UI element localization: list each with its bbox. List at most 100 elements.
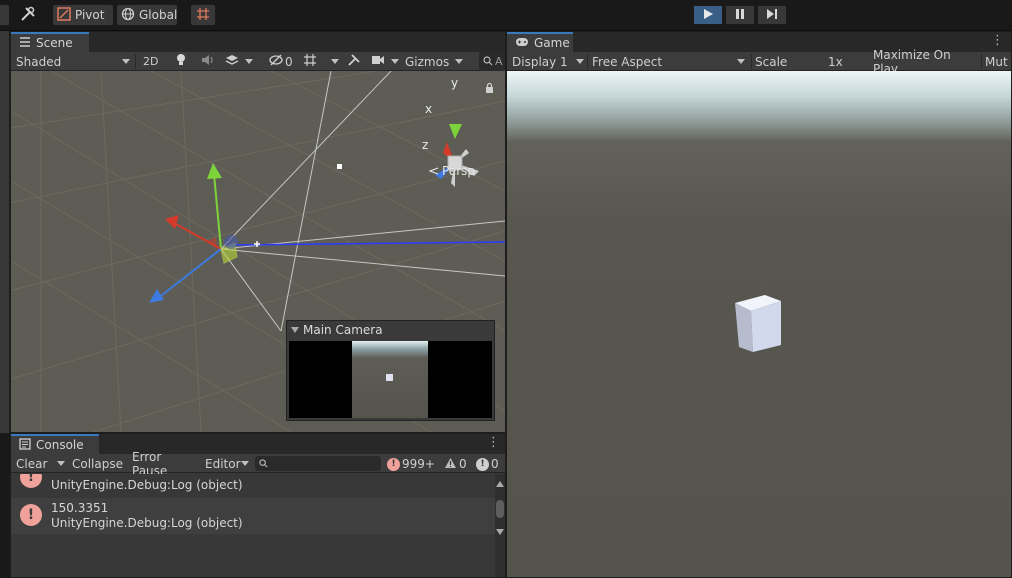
log-info-icon: ! xyxy=(387,457,400,471)
log-message-line2: UnityEngine.Debug:Log (object) xyxy=(51,478,243,492)
error-count: 0 xyxy=(491,457,499,471)
error-icon: ! xyxy=(476,457,489,471)
lock-icon[interactable] xyxy=(485,82,494,96)
tools-toggle[interactable] xyxy=(347,52,363,71)
camera-icon xyxy=(371,54,385,69)
tab-console[interactable]: Console xyxy=(11,434,99,454)
game-cube xyxy=(735,295,781,352)
grid-snap-icon xyxy=(196,7,210,24)
scroll-down-icon[interactable] xyxy=(496,524,504,538)
log-count: 999+ xyxy=(402,457,435,471)
play-button[interactable] xyxy=(693,5,723,25)
camera-preview: Main Camera xyxy=(286,320,495,421)
mute-audio-toggle[interactable]: Mut xyxy=(985,52,1011,71)
axis-z-label: z xyxy=(422,138,429,152)
step-button[interactable] xyxy=(757,5,787,25)
console-log-list: ! UnityEngine.Debug:Log (object) ! 150.3… xyxy=(11,474,495,577)
scrollbar-thumb[interactable] xyxy=(496,500,504,518)
shading-mode-dropdown[interactable]: Shaded xyxy=(16,52,130,71)
chevron-down-icon xyxy=(245,59,253,64)
grid-icon xyxy=(303,53,317,70)
console-icon xyxy=(19,437,31,453)
chevron-down-icon xyxy=(737,59,745,64)
error-count-toggle[interactable]: ! 0 xyxy=(476,456,499,472)
scale-label: Scale xyxy=(755,52,789,71)
effects-dropdown[interactable] xyxy=(225,52,253,71)
scroll-up-icon[interactable] xyxy=(496,476,504,490)
more-options-icon[interactable]: ⋮ xyxy=(991,34,1004,48)
chevron-down-icon xyxy=(576,59,584,64)
hidden-objects-toggle[interactable]: 0 xyxy=(269,52,299,71)
tab-game[interactable]: Game xyxy=(507,32,573,52)
lighting-toggle[interactable] xyxy=(175,52,191,71)
gizmos-dropdown[interactable]: Gizmos xyxy=(405,52,465,71)
global-toggle[interactable]: Global xyxy=(116,4,178,26)
list-item[interactable]: ! UnityEngine.Debug:Log (object) xyxy=(11,474,495,496)
tab-scene[interactable]: Scene xyxy=(11,32,89,52)
hidden-count: 0 xyxy=(285,54,293,69)
gizmos-label: Gizmos xyxy=(405,54,450,69)
game-toolbar: Display 1 Free Aspect Scale 1x Maximize … xyxy=(507,48,1011,85)
collapse-label: Collapse xyxy=(72,456,123,471)
pause-button[interactable] xyxy=(725,5,755,25)
axis-x-label: x xyxy=(425,102,433,116)
projection-label: Persp xyxy=(442,164,475,178)
chevron-down-icon xyxy=(241,461,249,466)
search-icon xyxy=(259,457,268,471)
maximize-on-play-toggle[interactable]: Maximize On Play xyxy=(873,48,977,76)
chevron-down-icon xyxy=(391,59,399,64)
pivot-label: Pivot xyxy=(75,8,105,22)
camera-preview-header[interactable]: Main Camera xyxy=(287,321,494,339)
scene-toolbar: Shaded 2D 0 Gizmos A xyxy=(11,52,505,71)
triangle-down-icon xyxy=(291,323,299,337)
game-tab-label: Game xyxy=(534,36,570,50)
editor-dropdown[interactable]: Editor xyxy=(205,454,253,473)
tools-icon xyxy=(20,6,36,25)
warning-count-toggle[interactable]: 0 xyxy=(444,456,467,472)
step-icon xyxy=(766,8,778,23)
2d-toggle[interactable]: 2D xyxy=(143,52,163,71)
aspect-label: Free Aspect xyxy=(592,54,663,69)
aspect-dropdown[interactable]: Free Aspect xyxy=(592,52,748,71)
error-pause-toggle[interactable]: Error Pause xyxy=(132,450,198,478)
list-item[interactable]: ! 150.3351 UnityEngine.Debug:Log (object… xyxy=(11,498,495,534)
display-dropdown[interactable]: Display 1 xyxy=(512,52,584,71)
scene-tab-label: Scene xyxy=(36,36,73,50)
eye-hidden-icon xyxy=(269,54,283,69)
audio-toggle[interactable] xyxy=(201,52,217,71)
pivot-toggle[interactable]: Pivot xyxy=(52,4,114,26)
console-scrollbar[interactable] xyxy=(495,474,505,577)
scene-tabbar: Scene xyxy=(11,32,505,52)
more-options-icon[interactable]: ⋮ xyxy=(487,436,500,450)
log-message-icon: ! xyxy=(20,474,42,488)
chevron-down-icon xyxy=(122,59,130,64)
display-label: Display 1 xyxy=(512,54,568,69)
clear-label: Clear xyxy=(16,456,48,471)
log-count-toggle[interactable]: ! 999+ xyxy=(387,456,435,472)
search-icon xyxy=(483,55,493,69)
toolbar-edge-button[interactable] xyxy=(0,4,10,26)
perspective-icon xyxy=(428,164,439,178)
scene-tab-icon xyxy=(19,36,31,51)
tools-button[interactable] xyxy=(16,4,40,26)
camera-preview-frame xyxy=(289,341,492,418)
toolbar-divider xyxy=(981,54,982,69)
log-message-line2: UnityEngine.Debug:Log (object) xyxy=(51,516,243,530)
pivot-icon xyxy=(57,6,71,24)
console-tab-label: Console xyxy=(36,438,84,452)
collapse-toggle[interactable]: Collapse xyxy=(72,454,124,473)
clear-button[interactable]: Clear xyxy=(16,454,66,473)
scale-text: Scale xyxy=(755,54,788,69)
camera-dropdown[interactable] xyxy=(371,52,399,71)
scene-viewport[interactable]: y x z Persp Main Camera xyxy=(11,71,505,432)
scale-value: 1x xyxy=(828,52,848,71)
projection-toggle[interactable]: Persp xyxy=(428,164,475,178)
camera-preview-title: Main Camera xyxy=(303,323,383,337)
grid-dropdown[interactable] xyxy=(303,52,339,71)
grid-snap-button[interactable] xyxy=(190,4,216,26)
globe-icon xyxy=(121,7,135,24)
scene-panel: Scene Shaded 2D 0 Gizmos A y x z Persp M… xyxy=(10,31,506,433)
console-search-input[interactable] xyxy=(255,456,381,471)
scene-search-field[interactable]: A xyxy=(479,52,505,71)
game-viewport[interactable] xyxy=(507,71,1011,577)
